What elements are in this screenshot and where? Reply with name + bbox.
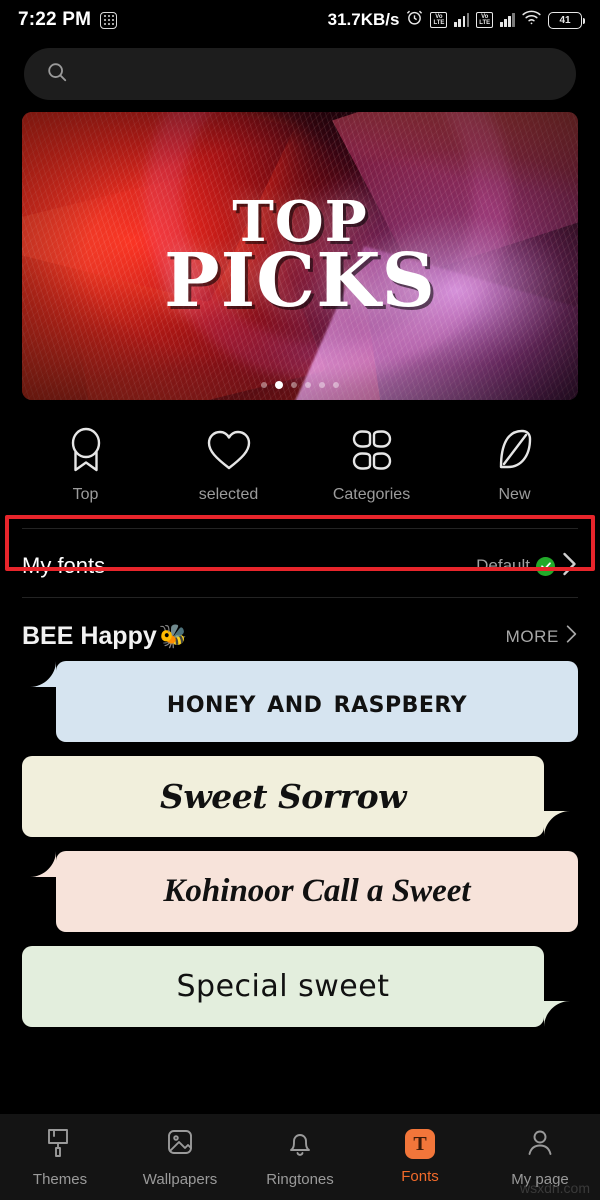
banner-pagination[interactable]	[22, 381, 578, 389]
quicknav-item-selected[interactable]: selected	[157, 426, 300, 504]
bottom-nav-label: Themes	[32, 1170, 88, 1188]
volte-icon-2: Vo LTE	[476, 12, 494, 28]
wifi-icon	[522, 10, 541, 30]
font-card[interactable]: Sweet Sorrow	[22, 756, 578, 837]
quicknav-label: Top	[72, 486, 99, 503]
grid-flower-icon	[349, 426, 395, 474]
section-header: BEE Happy 🐝 MORE	[0, 598, 600, 661]
font-card[interactable]: Special sweet	[22, 946, 578, 1027]
status-bar-right: 31.7KB/s Vo LTE Vo LTE 41	[327, 9, 585, 31]
volte-icon-1: Vo LTE	[430, 12, 448, 28]
banner-dot[interactable]	[319, 382, 325, 388]
banner-dot[interactable]	[261, 382, 267, 388]
banner-section: TOP PICKS	[0, 100, 600, 400]
banner-dot[interactable]	[291, 382, 297, 388]
font-card-preview-text: Kohinoor Call a Sweet	[163, 873, 471, 909]
font-card-list: Honey and Raspbery Sweet Sorrow Kohinoor…	[0, 661, 600, 1027]
status-time: 7:22 PM	[18, 9, 92, 30]
alarm-icon	[406, 9, 423, 31]
font-card-preview-text: Sweet Sorrow	[160, 777, 407, 816]
font-card-preview-text: Honey and Raspbery	[166, 683, 468, 720]
banner-dot[interactable]	[305, 382, 311, 388]
bottom-nav-label: Ringtones	[266, 1170, 334, 1188]
search-input[interactable]	[80, 65, 554, 83]
fonts-t-icon: T	[405, 1129, 435, 1159]
watermark: wsxdn.com	[519, 1180, 590, 1196]
chevron-right-icon	[561, 551, 578, 582]
battery-indicator: 41	[548, 11, 585, 29]
font-card[interactable]: Honey and Raspbery	[22, 661, 578, 742]
status-bar: 7:22 PM 31.7KB/s Vo LTE Vo LTE 41	[0, 0, 600, 40]
divider-above-myfonts	[22, 528, 578, 529]
promo-banner[interactable]: TOP PICKS	[22, 112, 578, 400]
section-title-text: BEE Happy	[22, 622, 157, 650]
bottom-nav-label: Fonts	[401, 1168, 439, 1185]
ribbon-icon	[65, 426, 107, 474]
person-icon	[526, 1127, 554, 1162]
font-card-preview-text: Special sweet	[176, 969, 390, 1004]
font-card[interactable]: Kohinoor Call a Sweet	[22, 851, 578, 932]
banner-title: TOP PICKS	[22, 112, 578, 400]
section-title: BEE Happy 🐝	[22, 622, 187, 651]
check-circle-icon	[536, 556, 555, 576]
network-speed: 31.7KB/s	[327, 10, 400, 29]
search-icon	[46, 61, 68, 88]
banner-title-line2: PICKS	[164, 237, 436, 324]
quicknav-item-top[interactable]: Top	[14, 426, 157, 504]
quicknav-label: Categories	[332, 486, 411, 503]
bottom-nav-label: Wallpapers	[142, 1170, 218, 1188]
quicknav-label: selected	[198, 486, 259, 503]
search-section	[0, 40, 600, 100]
search-bar[interactable]	[24, 48, 576, 100]
quicknav-item-categories[interactable]: Categories	[300, 426, 443, 504]
quick-nav: Top selected Categories New	[0, 400, 600, 522]
myfonts-zone: My fonts Default	[0, 515, 600, 591]
keypad-icon	[100, 11, 118, 29]
paint-roller-icon	[46, 1127, 74, 1162]
quicknav-label: New	[498, 486, 531, 503]
section-more-link[interactable]: MORE	[506, 624, 578, 649]
status-bar-left: 7:22 PM	[18, 9, 118, 31]
font-card-tail	[544, 1001, 570, 1027]
banner-dot-active[interactable]	[275, 381, 283, 389]
myfonts-right: Default	[476, 551, 578, 582]
section-more-label: MORE	[505, 626, 559, 646]
app-screen: 7:22 PM 31.7KB/s Vo LTE Vo LTE 41 TOP PI…	[0, 0, 600, 1200]
font-card-tail	[30, 661, 56, 687]
font-card-tail	[30, 851, 56, 877]
heart-icon	[206, 426, 252, 474]
signal-bars-2	[500, 13, 515, 27]
signal-bars-1	[454, 13, 470, 27]
bell-icon	[286, 1127, 314, 1162]
battery-level: 41	[559, 14, 571, 26]
banner-dot[interactable]	[333, 382, 339, 388]
bottom-nav-item-themes[interactable]: Themes	[0, 1127, 120, 1188]
bee-emoji-icon: 🐝	[158, 623, 188, 649]
bottom-nav-item-fonts[interactable]: T Fonts	[360, 1129, 480, 1185]
leaf-icon	[494, 426, 536, 474]
bottom-nav-item-mypage[interactable]: My page	[480, 1127, 600, 1188]
myfonts-title: My fonts	[22, 553, 106, 578]
bottom-nav: Themes Wallpapers Ringtones T Fonts My p…	[0, 1114, 600, 1200]
bottom-nav-item-ringtones[interactable]: Ringtones	[240, 1127, 360, 1188]
image-icon	[166, 1127, 194, 1162]
myfonts-row[interactable]: My fonts Default	[0, 541, 600, 591]
myfonts-value: Default	[476, 556, 530, 575]
font-card-tail	[544, 811, 570, 837]
bottom-nav-item-wallpapers[interactable]: Wallpapers	[120, 1127, 240, 1188]
chevron-right-icon	[565, 624, 578, 649]
quicknav-item-new[interactable]: New	[443, 426, 586, 504]
